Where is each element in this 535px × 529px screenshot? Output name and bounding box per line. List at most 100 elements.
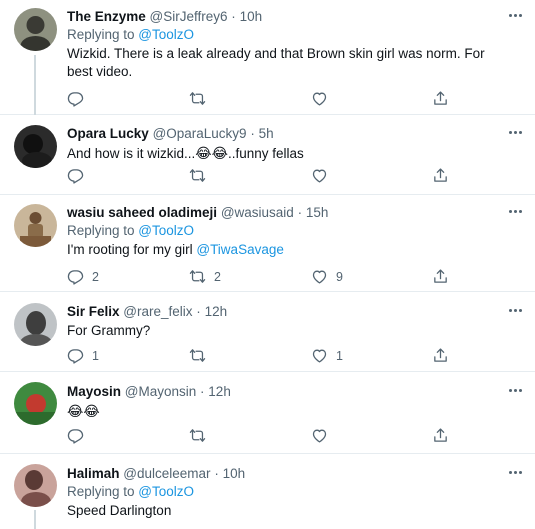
retweet-icon — [189, 427, 206, 444]
separator-dot: · — [250, 126, 255, 141]
reply-icon — [67, 427, 84, 444]
retweet-button[interactable] — [189, 90, 214, 107]
tweet-3[interactable]: wasiu saheed oladimeji @wasiusaid · 15h … — [0, 195, 535, 292]
separator-dot: · — [214, 466, 219, 481]
replying-prefix: Replying to — [67, 223, 139, 238]
like-button[interactable] — [311, 90, 336, 107]
retweet-button[interactable] — [189, 427, 214, 444]
replying-to-link[interactable]: @ToolzO — [138, 484, 194, 499]
author-name[interactable]: wasiu saheed oladimeji — [67, 205, 217, 220]
replying-to-link[interactable]: @ToolzO — [138, 27, 194, 42]
retweet-icon — [189, 347, 206, 364]
replying-to-link[interactable]: @ToolzO — [138, 223, 194, 238]
author-handle[interactable]: @SirJeffrey6 — [150, 9, 228, 24]
reply-count: 1 — [92, 348, 99, 363]
share-button[interactable] — [432, 268, 449, 285]
emoji: 😂😂 — [195, 145, 229, 161]
reply-button[interactable] — [67, 427, 92, 444]
separator-dot: · — [200, 384, 205, 399]
author-handle[interactable]: @rare_felix — [123, 304, 192, 319]
timestamp[interactable]: 10h — [223, 466, 246, 481]
retweet-button[interactable] — [189, 347, 214, 364]
tweet-text: Wizkid. There is a leak already and that… — [67, 46, 485, 79]
share-button[interactable] — [432, 167, 449, 184]
reply-icon — [67, 90, 84, 107]
author-name[interactable]: Opara Lucky — [67, 126, 149, 141]
author-name[interactable]: Sir Felix — [67, 304, 120, 319]
reply-icon — [67, 268, 84, 285]
reply-button[interactable]: 2 — [67, 268, 99, 285]
like-button[interactable] — [311, 427, 336, 444]
tweet-text: Speed Darlington — [67, 503, 172, 518]
like-button[interactable]: 1 — [311, 347, 343, 364]
replying-to: Replying to @ToolzO — [67, 483, 509, 501]
share-icon — [432, 167, 449, 184]
tweet-5[interactable]: Mayosin @Mayonsin · 12h 😂😂 — [0, 372, 535, 454]
author-name[interactable]: Halimah — [67, 466, 120, 481]
like-icon — [311, 167, 328, 184]
retweet-icon — [189, 268, 206, 285]
retweet-icon — [189, 90, 206, 107]
like-icon — [311, 268, 328, 285]
like-icon — [311, 427, 328, 444]
avatar[interactable] — [14, 204, 57, 247]
reply-icon — [67, 347, 84, 364]
author-handle[interactable]: @wasiusaid — [221, 205, 294, 220]
author-handle[interactable]: @Mayonsin — [125, 384, 196, 399]
avatar[interactable] — [14, 464, 57, 507]
avatar[interactable] — [14, 125, 57, 168]
tweet-1[interactable]: The Enzyme @SirJeffrey6 · 10h Replying t… — [0, 0, 535, 115]
author-handle[interactable]: @dulceleemar — [123, 466, 210, 481]
replying-to: Replying to @ToolzO — [67, 26, 509, 44]
timestamp[interactable]: 15h — [306, 205, 329, 220]
reply-button[interactable]: 1 — [67, 347, 99, 364]
replying-prefix: Replying to — [67, 484, 139, 499]
more-icon[interactable] — [509, 129, 525, 135]
more-icon[interactable] — [509, 387, 525, 393]
tweet-text: 😂😂 — [67, 402, 509, 421]
retweet-button[interactable]: 2 — [189, 268, 221, 285]
retweet-button[interactable] — [189, 167, 214, 184]
separator-dot: · — [196, 304, 201, 319]
retweet-count: 2 — [214, 269, 221, 284]
more-icon[interactable] — [509, 469, 525, 475]
author-name[interactable]: The Enzyme — [67, 9, 146, 24]
timestamp[interactable]: 10h — [240, 9, 263, 24]
share-button[interactable] — [432, 427, 449, 444]
mention-link[interactable]: @TiwaSavage — [196, 242, 284, 257]
like-count: 9 — [336, 269, 343, 284]
author-name[interactable]: Mayosin — [67, 384, 121, 399]
separator-dot: · — [231, 9, 236, 24]
thread-line — [34, 510, 36, 529]
share-icon — [432, 90, 449, 107]
tweet-text: For Grammy? — [67, 323, 151, 338]
author-handle[interactable]: @OparaLucky9 — [153, 126, 247, 141]
like-icon — [311, 347, 328, 364]
reply-button[interactable] — [67, 90, 92, 107]
avatar[interactable] — [14, 303, 57, 346]
share-button[interactable] — [432, 90, 449, 107]
more-icon[interactable] — [509, 208, 525, 214]
replies-feed: The Enzyme @SirJeffrey6 · 10h Replying t… — [0, 0, 535, 529]
avatar[interactable] — [14, 8, 57, 51]
share-icon — [432, 347, 449, 364]
emoji: 😂😂 — [67, 403, 100, 419]
tweet-6[interactable]: Halimah @dulceleemar · 10h Replying to @… — [0, 454, 535, 529]
more-icon[interactable] — [509, 12, 525, 18]
timestamp[interactable]: 12h — [208, 384, 231, 399]
reply-button[interactable] — [67, 167, 92, 184]
avatar[interactable] — [14, 382, 57, 425]
tweet-2[interactable]: Opara Lucky @OparaLucky9 · 5h And how is… — [0, 115, 535, 195]
more-icon[interactable] — [509, 307, 525, 313]
share-icon — [432, 268, 449, 285]
timestamp[interactable]: 5h — [259, 126, 274, 141]
replying-prefix: Replying to — [67, 27, 139, 42]
share-button[interactable] — [432, 347, 449, 364]
like-button[interactable]: 9 — [311, 268, 343, 285]
separator-dot: · — [297, 205, 303, 220]
share-icon — [432, 427, 449, 444]
like-button[interactable] — [311, 167, 336, 184]
like-icon — [311, 90, 328, 107]
tweet-4[interactable]: Sir Felix @rare_felix · 12h For Grammy? … — [0, 292, 535, 372]
timestamp[interactable]: 12h — [205, 304, 228, 319]
